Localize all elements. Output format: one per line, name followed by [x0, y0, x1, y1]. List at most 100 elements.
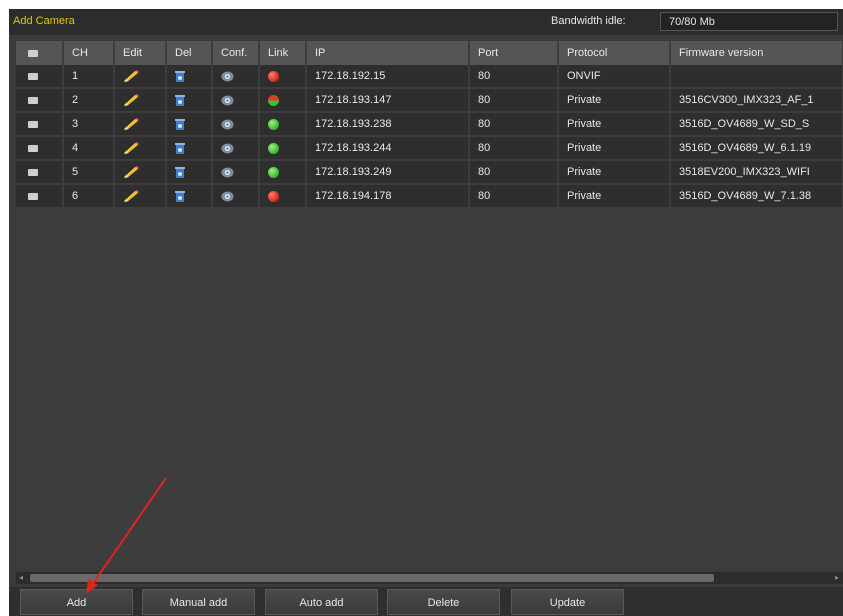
del-cell[interactable]	[166, 88, 213, 113]
del-cell[interactable]	[166, 65, 213, 89]
del-cell[interactable]	[166, 112, 213, 137]
conf-cell[interactable]	[212, 112, 260, 137]
table-header: CH Edit Del Conf. Link IP Port Protocol …	[16, 41, 843, 65]
auto-add-button[interactable]: Auto add	[265, 589, 378, 615]
table-row[interactable]: 1 172.18.192.15 80 ONVIF	[16, 65, 843, 89]
gear-icon[interactable]	[221, 143, 234, 154]
row-select-cell[interactable]	[16, 88, 64, 113]
ch-cell: 1	[63, 65, 115, 89]
row-checkbox[interactable]	[28, 192, 38, 200]
conf-cell[interactable]	[212, 88, 260, 113]
trash-icon[interactable]	[175, 94, 185, 106]
trash-icon[interactable]	[175, 118, 185, 130]
ip-cell: 172.18.193.238	[306, 112, 470, 137]
gear-icon[interactable]	[221, 119, 234, 130]
firmware-cell: 3516CV300_IMX323_AF_1	[670, 88, 843, 113]
col-protocol: Protocol	[558, 41, 671, 65]
edit-cell[interactable]	[114, 65, 167, 89]
row-select-cell[interactable]	[16, 160, 64, 185]
scroll-left-icon[interactable]: ◂	[19, 573, 23, 582]
pencil-icon[interactable]	[123, 118, 139, 131]
pencil-icon[interactable]	[123, 166, 139, 179]
pencil-icon[interactable]	[123, 190, 139, 203]
ip-cell: 172.18.192.15	[306, 65, 470, 89]
col-link: Link	[259, 41, 307, 65]
gear-icon[interactable]	[221, 167, 234, 178]
link-status-icon	[268, 94, 279, 106]
conf-cell[interactable]	[212, 184, 260, 209]
table-row[interactable]: 2 172.18.193.147 80 Private 3516CV300_IM…	[16, 88, 843, 113]
edit-cell[interactable]	[114, 184, 167, 209]
link-cell	[259, 112, 307, 137]
link-status-icon	[268, 142, 279, 154]
del-cell[interactable]	[166, 136, 213, 161]
horizontal-scrollbar[interactable]: ◂ ▸	[16, 572, 843, 584]
gear-icon[interactable]	[221, 71, 234, 82]
link-status-icon	[268, 166, 279, 178]
del-cell[interactable]	[166, 184, 213, 209]
edit-cell[interactable]	[114, 136, 167, 161]
del-cell[interactable]	[166, 160, 213, 185]
pencil-icon[interactable]	[123, 94, 139, 107]
edit-cell[interactable]	[114, 160, 167, 185]
col-edit: Edit	[114, 41, 167, 65]
ip-cell: 172.18.193.249	[306, 160, 470, 185]
col-firmware: Firmware version	[670, 41, 843, 65]
window-title: Add Camera	[13, 15, 75, 27]
row-select-cell[interactable]	[16, 136, 64, 161]
pencil-icon[interactable]	[123, 70, 139, 83]
link-cell	[259, 136, 307, 161]
update-button[interactable]: Update	[511, 589, 624, 615]
ch-cell: 2	[63, 88, 115, 113]
trash-icon[interactable]	[175, 70, 185, 82]
table-row[interactable]: 6 172.18.194.178 80 Private 3516D_OV4689…	[16, 184, 843, 209]
link-status-icon	[268, 190, 279, 202]
gear-icon[interactable]	[221, 95, 234, 106]
row-select-cell[interactable]	[16, 112, 64, 137]
ip-cell: 172.18.193.244	[306, 136, 470, 161]
table-row[interactable]: 4 172.18.193.244 80 Private 3516D_OV4689…	[16, 136, 843, 161]
trash-icon[interactable]	[175, 166, 185, 178]
ch-cell: 3	[63, 112, 115, 137]
firmware-cell	[670, 65, 843, 89]
manual-add-button[interactable]: Manual add	[142, 589, 255, 615]
trash-icon[interactable]	[175, 190, 185, 202]
row-checkbox[interactable]	[28, 168, 38, 176]
scroll-right-icon[interactable]: ▸	[835, 573, 839, 582]
conf-cell[interactable]	[212, 65, 260, 89]
gear-icon[interactable]	[221, 191, 234, 202]
scrollbar-thumb[interactable]	[30, 574, 714, 582]
edit-cell[interactable]	[114, 112, 167, 137]
add-button[interactable]: Add	[20, 589, 133, 615]
port-cell: 80	[469, 136, 559, 161]
link-cell	[259, 65, 307, 89]
row-checkbox[interactable]	[28, 72, 38, 80]
row-checkbox[interactable]	[28, 96, 38, 104]
trash-icon[interactable]	[175, 142, 185, 154]
table-row[interactable]: 5 172.18.193.249 80 Private 3518EV200_IM…	[16, 160, 843, 185]
select-all-checkbox[interactable]	[28, 49, 38, 57]
port-cell: 80	[469, 112, 559, 137]
firmware-cell: 3516D_OV4689_W_6.1.19	[670, 136, 843, 161]
protocol-cell: Private	[558, 136, 671, 161]
row-checkbox[interactable]	[28, 120, 38, 128]
row-select-cell[interactable]	[16, 65, 64, 89]
row-checkbox[interactable]	[28, 144, 38, 152]
link-status-icon	[268, 118, 279, 130]
firmware-cell: 3516D_OV4689_W_7.1.38	[670, 184, 843, 209]
conf-cell[interactable]	[212, 136, 260, 161]
table-row[interactable]: 3 172.18.193.238 80 Private 3516D_OV4689…	[16, 112, 843, 137]
row-select-cell[interactable]	[16, 184, 64, 209]
select-all-header[interactable]	[16, 41, 64, 65]
link-cell	[259, 184, 307, 209]
ip-cell: 172.18.193.147	[306, 88, 470, 113]
protocol-cell: Private	[558, 160, 671, 185]
delete-button[interactable]: Delete	[387, 589, 500, 615]
conf-cell[interactable]	[212, 160, 260, 185]
edit-cell[interactable]	[114, 88, 167, 113]
col-del: Del	[166, 41, 213, 65]
pencil-icon[interactable]	[123, 142, 139, 155]
port-cell: 80	[469, 184, 559, 209]
link-cell	[259, 160, 307, 185]
protocol-cell: Private	[558, 88, 671, 113]
